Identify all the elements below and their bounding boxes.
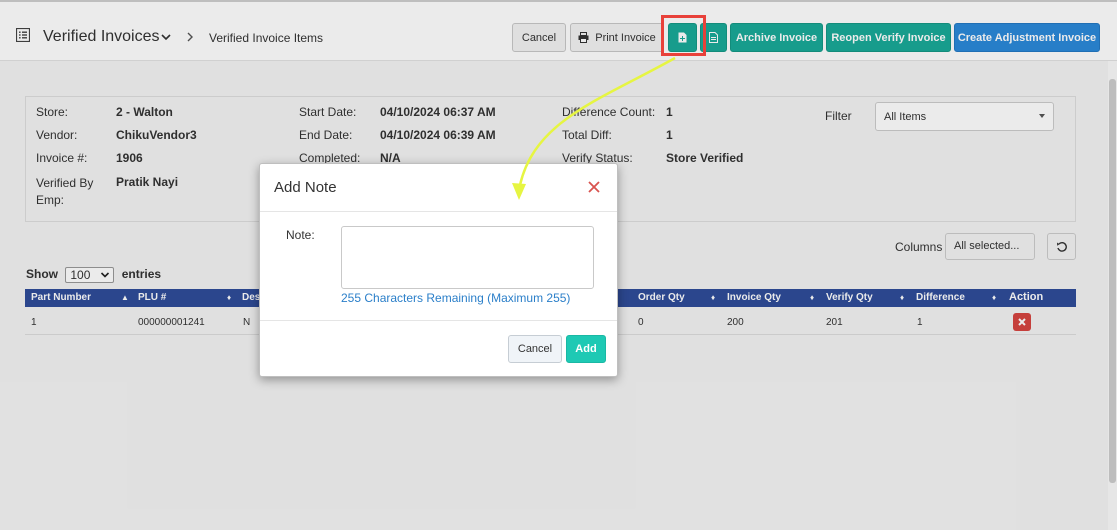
modal-add-button[interactable]: Add: [566, 335, 606, 363]
add-note-modal: Add Note Note: 255 Characters Remaining …: [259, 163, 618, 377]
modal-divider: [260, 211, 617, 212]
characters-remaining: 255 Characters Remaining (Maximum 255): [341, 291, 571, 305]
modal-title: Add Note: [274, 179, 337, 196]
note-textarea[interactable]: [341, 226, 594, 289]
scrollbar-thumb[interactable]: [1109, 79, 1116, 483]
close-icon[interactable]: [587, 180, 601, 194]
modal-divider: [260, 320, 617, 321]
note-label: Note:: [286, 228, 315, 242]
highlight-annotation: [661, 15, 706, 56]
page-scrollbar[interactable]: [1108, 61, 1117, 530]
modal-cancel-button[interactable]: Cancel: [508, 335, 562, 363]
